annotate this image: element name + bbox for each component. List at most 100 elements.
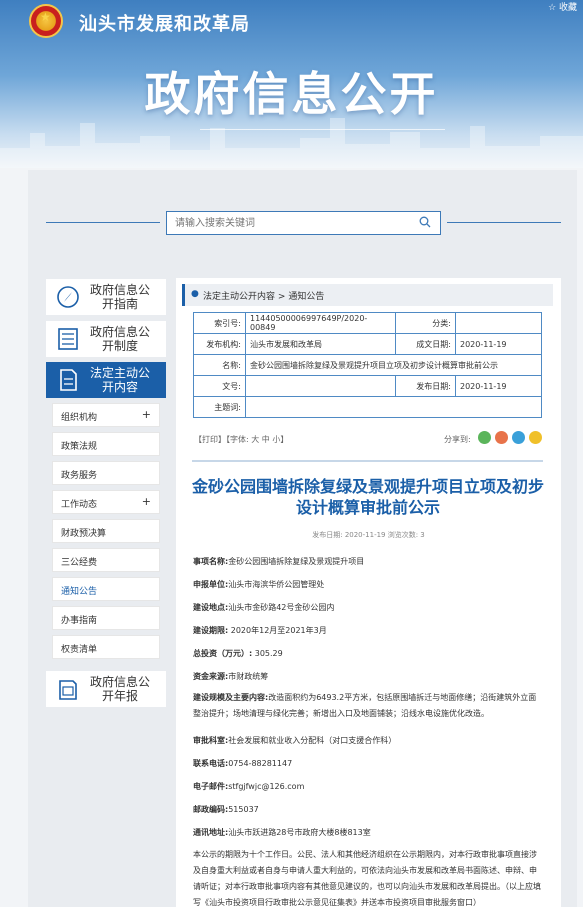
sidebar-item-label: 三公经费: [61, 558, 98, 568]
sidebar-item-label: 组织机构: [61, 413, 98, 423]
expand-icon[interactable]: +: [142, 408, 151, 421]
field-key: 通讯地址:: [193, 828, 229, 837]
sidebar-guide[interactable]: 政府信息公开指南: [46, 279, 166, 315]
meta-value: 2020-11-19: [455, 333, 542, 355]
breadcrumb-link[interactable]: 法定主动公开内容: [203, 292, 275, 302]
sidebar-item-label: 办事指南: [61, 616, 98, 626]
meta-value: 金砂公园围墙拆除复绿及景观提升项目立项及初步设计概算审批前公示: [245, 354, 542, 376]
field-value: 金砂公园围墙拆除复绿及景观提升项目: [228, 557, 365, 566]
sidebar-item-label: 财政预决算: [61, 529, 107, 539]
breadcrumb-separator: >: [277, 292, 286, 302]
article-field: 审批科室:社会发展和就业收入分配科（对口支援合作科）: [193, 735, 396, 746]
field-key: 申报单位:: [193, 580, 229, 589]
meta-value: 11440500006997649P/2020-00849: [245, 312, 396, 334]
field-value: 市财政统筹: [228, 672, 269, 681]
sidebar-guide-label: 政府信息公开指南: [90, 283, 151, 311]
article-field: 邮政编码:515037: [193, 804, 259, 815]
sidebar-item-rights[interactable]: 权责清单: [52, 635, 160, 659]
article-field: 通讯地址:汕头市跃进路28号市政府大楼8楼813室: [193, 827, 371, 838]
field-key: 总投资（万元）:: [193, 649, 253, 658]
search-divider-left: [46, 222, 160, 223]
field-value: 社会发展和就业收入分配科（对口支援合作科）: [228, 736, 397, 745]
article-title: 金砂公园围墙拆除复绿及景观提升项目立项及初步设计概算审批前公示: [191, 477, 544, 517]
field-value: 305.29: [252, 649, 283, 658]
field-value[interactable]: stfgjfwjc@126.com: [228, 782, 304, 791]
banner-underline: [200, 129, 445, 130]
expand-icon[interactable]: +: [142, 495, 151, 508]
sidebar-content-label: 法定主动公开内容: [90, 366, 151, 394]
meta-value: [245, 396, 542, 418]
qzone-share-icon[interactable]: [529, 431, 542, 444]
wechat-share-icon[interactable]: [478, 431, 491, 444]
sidebar-item-service[interactable]: 政务服务: [52, 461, 160, 485]
sidebar-item-org[interactable]: 组织机构 +: [52, 403, 160, 427]
field-key: 建设期限:: [193, 626, 229, 635]
field-value: 0754-88281147: [228, 759, 293, 768]
meta-key: 文号:: [193, 375, 246, 397]
sidebar-annual-label: 政府信息公开年报: [90, 675, 151, 703]
field-value: 汕头市金砂路42号金砂公园内: [228, 603, 335, 612]
breadcrumb: ● 法定主动公开内容 > 通知公告: [182, 284, 553, 306]
sidebar-item-label: 权责清单: [61, 645, 98, 655]
meta-key: 主题词:: [193, 396, 246, 418]
weibo-share-icon[interactable]: [495, 431, 508, 444]
field-key: 事项名称:: [193, 557, 229, 566]
sidebar-item-label: 通知公告: [61, 587, 98, 597]
meta-value: [245, 375, 396, 397]
article-field: 联系电话:0754-88281147: [193, 758, 292, 769]
sidebar-item-label: 政务服务: [61, 471, 98, 481]
page-banner-title: 政府信息公开: [144, 67, 439, 121]
article-field: 事项名称:金砂公园围墙拆除复绿及景观提升项目: [193, 556, 364, 567]
sidebar-item-notice[interactable]: 通知公告: [52, 577, 160, 601]
document-meta-table: 索引号: 11440500006997649P/2020-00849 分类: 发…: [193, 312, 542, 418]
meta-value: [455, 312, 542, 334]
sidebar-item-label: 工作动态: [61, 500, 98, 510]
sidebar-item-news[interactable]: 工作动态 +: [52, 490, 160, 514]
national-emblem-icon: [29, 4, 63, 38]
sidebar-item-three-public[interactable]: 三公经费: [52, 548, 160, 572]
sidebar-content[interactable]: 法定主动公开内容: [46, 362, 166, 398]
meta-value: 2020-11-19: [455, 375, 542, 397]
document-list-icon: [46, 321, 90, 357]
field-key: 电子邮件:: [193, 782, 229, 791]
field-value: 515037: [228, 805, 259, 814]
meta-key: 发布机构:: [193, 333, 246, 355]
field-key: 建设地点:: [193, 603, 229, 612]
sidebar-item-guide[interactable]: 办事指南: [52, 606, 160, 630]
sidebar-item-budget[interactable]: 财政预决算: [52, 519, 160, 543]
search-input[interactable]: [166, 211, 441, 235]
field-key: 审批科室:: [193, 736, 229, 745]
article-field: 资金来源:市财政统筹: [193, 671, 268, 682]
article-field: 总投资（万元）: 305.29: [193, 648, 283, 659]
article-field: 建设地点:汕头市金砂路42号金砂公园内: [193, 602, 334, 613]
qq-share-icon[interactable]: [512, 431, 525, 444]
sidebar-system[interactable]: 政府信息公开制度: [46, 321, 166, 357]
field-value: 2020年12月至2021年3月: [228, 626, 327, 635]
meta-key: 发布日期:: [395, 375, 456, 397]
favorite-link[interactable]: ☆ 收藏: [548, 0, 577, 13]
print-font-tools[interactable]: 【打印】【字体: 大 中 小】: [194, 434, 288, 445]
scale-paragraph: 建设规模及主要内容:改造面积约为6493.2平方米，包括原围墙拆迁与地面修缮；沿…: [193, 690, 543, 722]
field-value: 汕头市跃进路28号市政府大楼8楼813室: [228, 828, 371, 837]
search-divider-right: [447, 222, 561, 223]
article-pubinfo: 发布日期: 2020-11-19 浏览次数: 3: [312, 531, 425, 539]
field-value: 汕头市海滨华侨公园管理处: [228, 580, 325, 589]
sidebar-item-label: 政策法规: [61, 442, 98, 452]
site-header: ☆ 收藏 汕头市发展和改革局 政府信息公开: [0, 0, 583, 168]
article-field: 申报单位:汕头市海滨华侨公园管理处: [193, 579, 324, 590]
field-key: 邮政编码:: [193, 805, 229, 814]
search-icon[interactable]: [419, 216, 431, 228]
sidebar-system-label: 政府信息公开制度: [90, 325, 151, 353]
meta-key: 名称:: [193, 354, 246, 376]
article-field: 电子邮件:stfgjfwjc@126.com: [193, 781, 304, 792]
location-pin-icon: ●: [191, 289, 199, 299]
sidebar-annual[interactable]: 政府信息公开年报: [46, 671, 166, 707]
report-icon: [46, 671, 90, 707]
title-divider: [192, 460, 543, 462]
field-key: 建设规模及主要内容:: [193, 693, 269, 702]
org-name[interactable]: 汕头市发展和改革局: [79, 10, 250, 36]
notice-paragraph: 本公示的期限为十个工作日。公民、法人和其他经济组织在公示期限内，对本行政审批事项…: [193, 850, 541, 907]
breadcrumb-current[interactable]: 通知公告: [288, 292, 324, 302]
sidebar-item-policy[interactable]: 政策法规: [52, 432, 160, 456]
meta-key: 索引号:: [193, 312, 246, 334]
